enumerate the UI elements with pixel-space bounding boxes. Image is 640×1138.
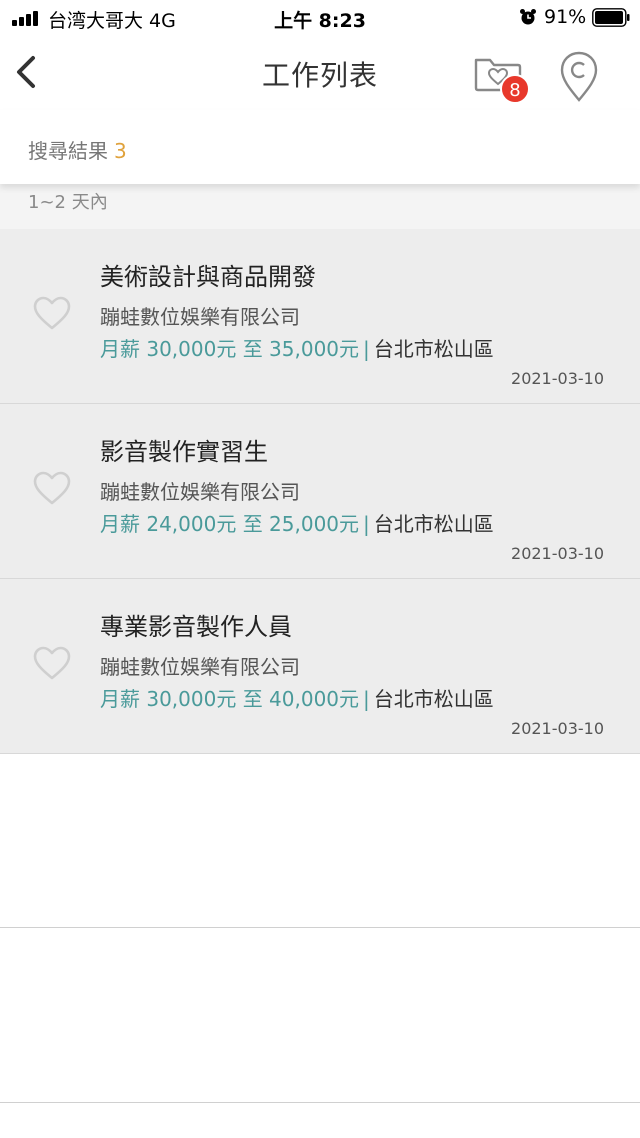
separator: | [363,512,370,536]
job-list: 美術設計與商品開發 蹦蛙數位娛樂有限公司 月薪 30,000元 至 35,000… [0,229,640,754]
list-divider [0,927,640,928]
job-title: 影音製作實習生 [100,438,268,466]
job-card[interactable]: 專業影音製作人員 蹦蛙數位娛樂有限公司 月薪 30,000元 至 40,000元… [0,579,640,754]
list-divider [0,1102,640,1103]
separator: | [363,337,370,361]
page-title: 工作列表 [261,59,378,92]
job-title: 專業影音製作人員 [100,613,292,641]
heart-icon[interactable] [32,470,72,506]
job-location: 台北市松山區 [373,687,494,711]
job-salary: 月薪 30,000元 至 35,000元 [100,337,360,361]
job-salary-location: 月薪 30,000元 至 40,000元 | 台北市松山區 [100,683,494,712]
search-result-count: 3 [114,139,127,163]
job-date: 2021-03-10 [511,719,604,738]
battery-percentage: 91% [544,6,587,28]
job-location: 台北市松山區 [373,512,494,536]
status-bar: 台湾大哥大 4G 上午 8:23 91% [0,0,640,36]
job-company: 蹦蛙數位娛樂有限公司 [100,655,300,679]
search-result-label: 搜尋結果 3 [28,135,127,164]
heart-icon[interactable] [32,645,72,681]
job-salary: 月薪 30,000元 至 40,000元 [100,687,360,711]
separator: | [363,687,370,711]
section-header: 1~2 天內 [0,184,640,229]
saved-count-badge: 8 [500,74,530,104]
job-salary-location: 月薪 24,000元 至 25,000元 | 台北市松山區 [100,508,494,537]
job-date: 2021-03-10 [511,544,604,563]
search-result-bar: 搜尋結果 3 [0,110,640,184]
job-company: 蹦蛙數位娛樂有限公司 [100,305,300,329]
job-location: 台北市松山區 [373,337,494,361]
battery-icon [592,8,630,27]
job-card[interactable]: 影音製作實習生 蹦蛙數位娛樂有限公司 月薪 24,000元 至 25,000元 |… [0,404,640,579]
map-pin-icon[interactable] [556,48,602,104]
alarm-icon [520,9,536,25]
section-label: 1~2 天內 [28,192,108,213]
job-date: 2021-03-10 [511,369,604,388]
job-card[interactable]: 美術設計與商品開發 蹦蛙數位娛樂有限公司 月薪 30,000元 至 35,000… [0,229,640,404]
navigation-header: 工作列表 8 [0,36,640,110]
job-title: 美術設計與商品開發 [100,263,316,291]
job-salary-location: 月薪 30,000元 至 35,000元 | 台北市松山區 [100,333,494,362]
search-result-text: 搜尋結果 [28,139,108,163]
job-salary: 月薪 24,000元 至 25,000元 [100,512,360,536]
job-company: 蹦蛙數位娛樂有限公司 [100,480,300,504]
heart-icon[interactable] [32,295,72,331]
